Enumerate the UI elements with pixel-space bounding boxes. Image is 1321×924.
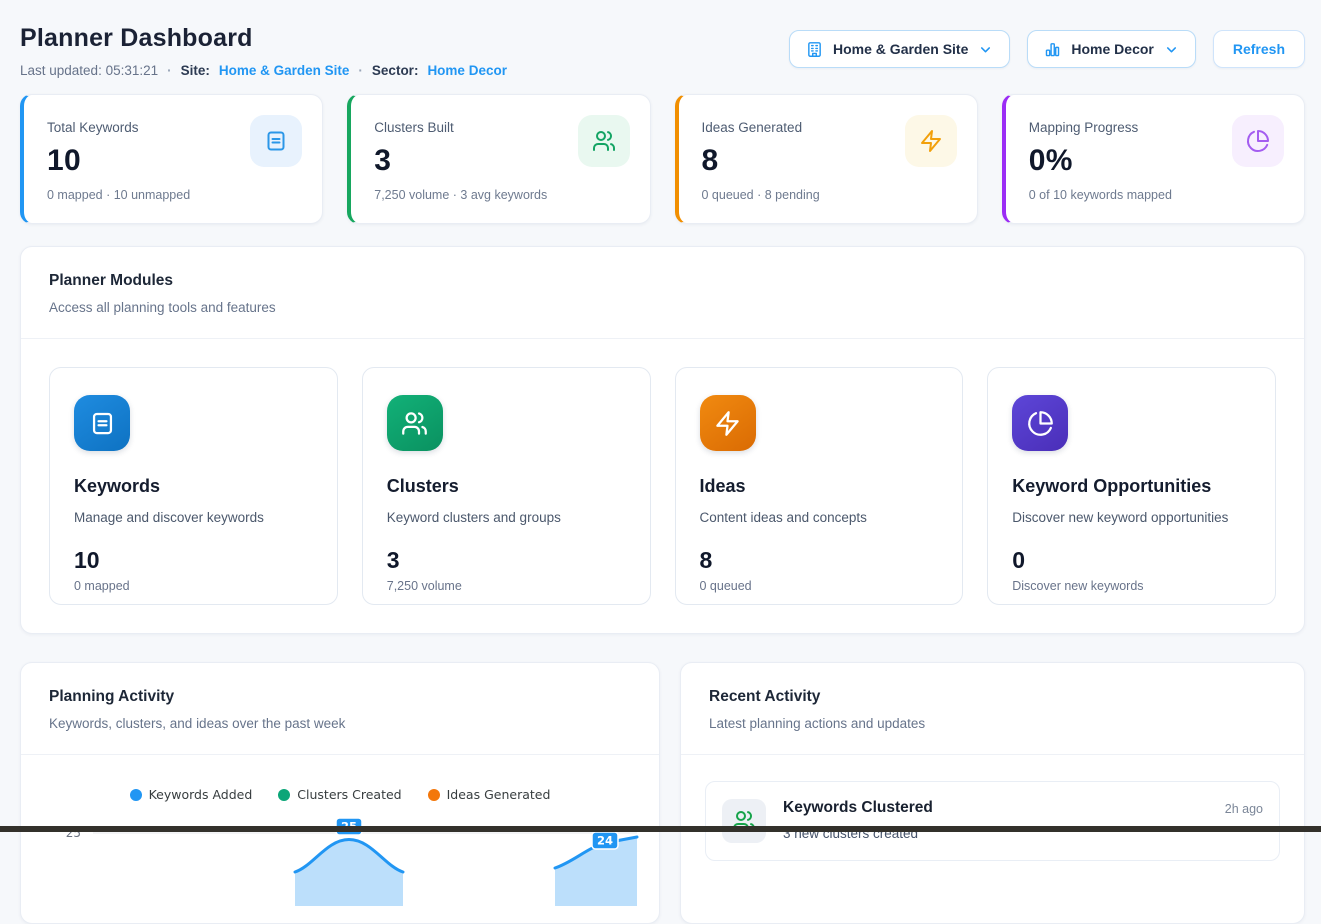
planner-dashboard-page: Planner Dashboard Last updated: 05:31:21… (0, 0, 1321, 924)
chevron-down-icon (978, 42, 993, 57)
panel-header: Planning Activity Keywords, clusters, an… (21, 663, 659, 755)
module-card-ideas[interactable]: Ideas Content ideas and concepts 8 0 que… (675, 367, 964, 605)
users-icon (387, 395, 443, 451)
site-selector-label: Home & Garden Site (833, 41, 968, 57)
stat-subtext: 7,250 volume · 3 avg keywords (374, 188, 629, 202)
stat-subtext: 0 queued · 8 pending (702, 188, 957, 202)
panel-title: Planning Activity (49, 688, 631, 706)
sector-selector-label: Home Decor (1071, 41, 1153, 57)
document-icon (74, 395, 130, 451)
module-subtext: 0 mapped (74, 579, 313, 593)
chevron-down-icon (1164, 42, 1179, 57)
bottom-row: Planning Activity Keywords, clusters, an… (20, 662, 1305, 924)
zap-icon (905, 115, 957, 167)
building-icon (806, 41, 823, 58)
module-value: 8 (700, 547, 939, 574)
refresh-button[interactable]: Refresh (1213, 30, 1305, 68)
module-subtext: Discover new keywords (1012, 579, 1251, 593)
module-subtext: 0 queued (700, 579, 939, 593)
chart-legend: Keywords Added Clusters Created Ideas Ge… (21, 787, 659, 802)
stat-subtext: 0 mapped · 10 unmapped (47, 188, 302, 202)
pie-chart-icon (1012, 395, 1068, 451)
sector-label: Sector: (372, 63, 419, 78)
meta-line: Last updated: 05:31:21 · Site: Home & Ga… (20, 63, 507, 78)
stat-card-clusters-built: Clusters Built 3 7,250 volume · 3 avg ke… (347, 94, 650, 224)
modules-grid: Keywords Manage and discover keywords 10… (21, 339, 1304, 633)
panel-subtitle: Latest planning actions and updates (709, 716, 1276, 731)
taskbar-edge (0, 826, 1321, 832)
stat-subtext: 0 of 10 keywords mapped (1029, 188, 1284, 202)
header-actions: Home & Garden Site Home Decor Refresh (789, 30, 1305, 68)
panel-title: Planner Modules (49, 272, 1276, 290)
legend-dot (428, 789, 440, 801)
activity-item-body: Keywords Clustered 3 new clusters create… (783, 799, 933, 841)
recent-activity-panel: Recent Activity Latest planning actions … (680, 662, 1305, 924)
site-link[interactable]: Home & Garden Site (219, 63, 350, 78)
bar-chart-icon (1044, 41, 1061, 58)
stat-card-mapping-progress: Mapping Progress 0% 0 of 10 keywords map… (1002, 94, 1305, 224)
users-icon (578, 115, 630, 167)
module-value: 0 (1012, 547, 1251, 574)
module-subtext: 7,250 volume (387, 579, 626, 593)
module-card-keywords[interactable]: Keywords Manage and discover keywords 10… (49, 367, 338, 605)
activity-item-title: Keywords Clustered (783, 799, 933, 817)
stat-card-ideas-generated: Ideas Generated 8 0 queued · 8 pending (675, 94, 978, 224)
pie-chart-icon (1232, 115, 1284, 167)
planning-activity-panel: Planning Activity Keywords, clusters, an… (20, 662, 660, 924)
activity-area-chart: 25 25 24 (21, 810, 659, 906)
stats-row: Total Keywords 10 0 mapped · 10 unmapped… (20, 94, 1305, 224)
legend-dot (130, 789, 142, 801)
module-value: 10 (74, 547, 313, 574)
panel-header: Planner Modules Access all planning tool… (21, 247, 1304, 339)
panel-subtitle: Keywords, clusters, and ideas over the p… (49, 716, 631, 731)
separator-dot: · (167, 63, 172, 78)
page-header: Planner Dashboard Last updated: 05:31:21… (20, 14, 1305, 78)
legend-item-ideas-generated[interactable]: Ideas Generated (428, 787, 551, 802)
users-icon (722, 799, 766, 843)
svg-text:24: 24 (597, 834, 613, 848)
panel-subtitle: Access all planning tools and features (49, 300, 1276, 315)
last-updated-text: Last updated: 05:31:21 (20, 63, 158, 78)
legend-dot (278, 789, 290, 801)
document-icon (250, 115, 302, 167)
sector-selector-dropdown[interactable]: Home Decor (1027, 30, 1195, 68)
module-card-keyword-opportunities[interactable]: Keyword Opportunities Discover new keywo… (987, 367, 1276, 605)
site-label: Site: (181, 63, 210, 78)
site-selector-dropdown[interactable]: Home & Garden Site (789, 30, 1010, 68)
zap-icon (700, 395, 756, 451)
separator-dot: · (358, 63, 363, 78)
page-title: Planner Dashboard (20, 24, 507, 53)
activity-list-item: Keywords Clustered 3 new clusters create… (705, 781, 1280, 861)
activity-item-timestamp: 2h ago (1225, 799, 1263, 816)
stat-card-total-keywords: Total Keywords 10 0 mapped · 10 unmapped (20, 94, 323, 224)
panel-header: Recent Activity Latest planning actions … (681, 663, 1304, 755)
legend-item-keywords-added[interactable]: Keywords Added (130, 787, 253, 802)
module-value: 3 (387, 547, 626, 574)
panel-title: Recent Activity (709, 688, 1276, 706)
module-card-clusters[interactable]: Clusters Keyword clusters and groups 3 7… (362, 367, 651, 605)
header-left: Planner Dashboard Last updated: 05:31:21… (20, 14, 507, 78)
legend-item-clusters-created[interactable]: Clusters Created (278, 787, 401, 802)
planner-modules-panel: Planner Modules Access all planning tool… (20, 246, 1305, 634)
data-label-24: 24 (592, 832, 618, 849)
sector-link[interactable]: Home Decor (427, 63, 507, 78)
area-fill (295, 840, 403, 907)
